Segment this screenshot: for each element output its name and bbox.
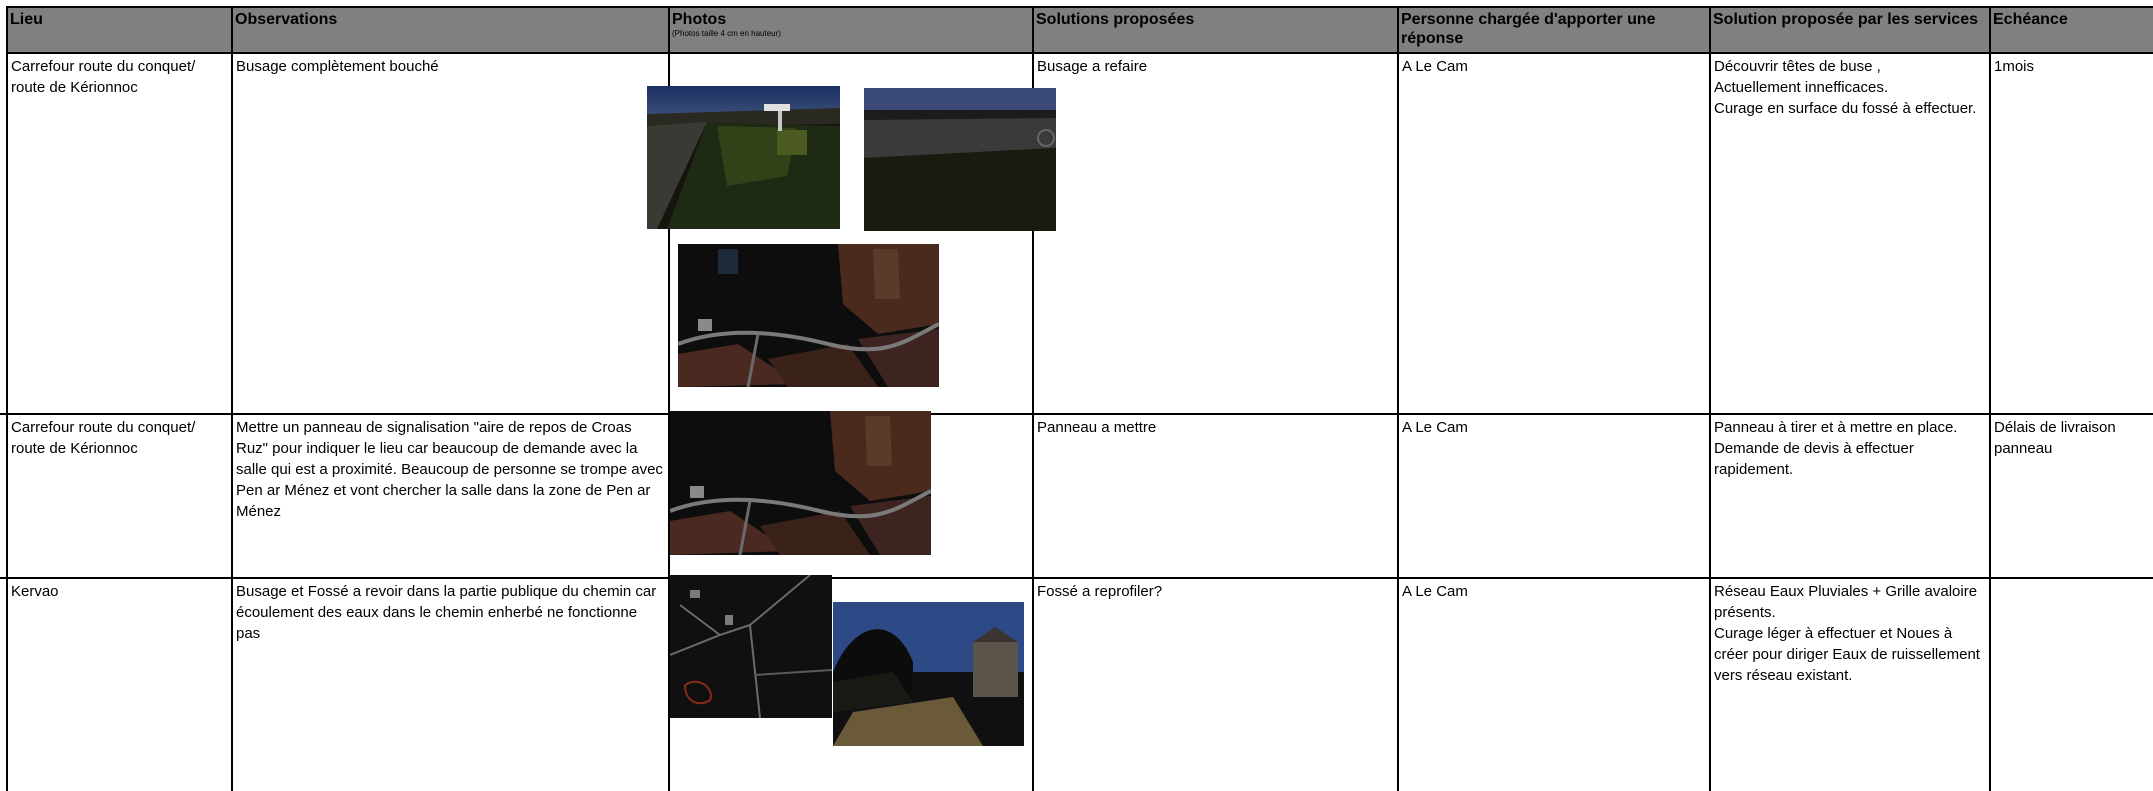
row3-services: Réseau Eaux Pluviales + Grille avaloire … xyxy=(1714,583,1980,684)
header-services: Solution proposée par les services xyxy=(1710,6,1990,54)
header-echeance-text: Echéance xyxy=(1993,11,2068,28)
column-divider xyxy=(6,6,8,791)
header-observations: Observations xyxy=(232,6,669,54)
header-personne: Personne chargée d'apporter une réponse xyxy=(1398,6,1710,54)
header-lieu: Lieu xyxy=(7,6,232,54)
header-photos: Photos (Photos taille 4 cm en hauteur) xyxy=(669,6,1033,54)
row1-lieu: Carrefour route du conquet/ route de Kér… xyxy=(11,58,196,96)
photo-chemin-kervao-image xyxy=(833,602,1024,746)
column-divider xyxy=(1989,6,1991,791)
row1-echeance: 1mois xyxy=(1994,58,2035,75)
photo-aerial-kervao[interactable] xyxy=(670,575,832,718)
photo-aerial-map-image xyxy=(678,244,939,387)
photo-ditch-roadside-image xyxy=(647,86,840,229)
row2-personne: A Le Cam xyxy=(1402,419,1468,436)
photo-chemin-kervao[interactable] xyxy=(833,602,1024,746)
header-services-text: Solution proposée par les services xyxy=(1713,11,1978,28)
header-solutions: Solutions proposées xyxy=(1033,6,1398,54)
row3-echeance xyxy=(1991,579,2153,583)
row2-services: Panneau à tirer et à mettre en place. De… xyxy=(1714,419,1958,478)
row3-lieu: Kervao xyxy=(11,583,59,600)
row1-personne: A Le Cam xyxy=(1402,58,1468,75)
header-echeance: Echéance xyxy=(1990,6,2153,54)
row2-echeance: Délais de livraison panneau xyxy=(1994,419,2116,457)
row3-solution: Fossé a reprofiler? xyxy=(1037,583,1163,600)
row2-solution: Panneau a mettre xyxy=(1037,419,1157,436)
header-observations-text: Observations xyxy=(235,11,338,28)
header-photos-note: (Photos taille 4 cm en hauteur) xyxy=(672,29,781,38)
photo-aerial-map-signage[interactable] xyxy=(670,411,931,555)
column-divider xyxy=(231,6,233,791)
row1-observations: Busage complètement bouché xyxy=(236,58,439,75)
row1-solution: Busage a refaire xyxy=(1037,58,1148,75)
header-lieu-text: Lieu xyxy=(10,11,43,28)
photo-ditch-roadside[interactable] xyxy=(647,86,840,229)
photo-aerial-map-signage-image xyxy=(670,411,931,555)
header-solutions-text: Solutions proposées xyxy=(1036,11,1195,28)
row3-observations: Busage et Fossé a revoir dans la partie … xyxy=(236,583,657,642)
header-photos-text: Photos xyxy=(672,11,727,28)
photo-road-view-image xyxy=(864,88,1056,231)
photo-aerial-kervao-image xyxy=(670,575,832,718)
header-personne-text: Personne chargée d'apporter une réponse xyxy=(1401,11,1656,47)
photo-aerial-map[interactable] xyxy=(678,244,939,387)
row2-lieu: Carrefour route du conquet/ route de Kér… xyxy=(11,419,196,457)
row1-services: Découvrir têtes de buse , Actuellement i… xyxy=(1714,58,1977,117)
row3-personne: A Le Cam xyxy=(1402,583,1468,600)
column-divider xyxy=(1397,6,1399,791)
spreadsheet: Lieu Observations Photos (Photos taille 4… xyxy=(0,0,2153,791)
row2-observations: Mettre un panneau de signalisation "aire… xyxy=(236,419,663,520)
photo-road-view[interactable] xyxy=(864,88,1056,231)
